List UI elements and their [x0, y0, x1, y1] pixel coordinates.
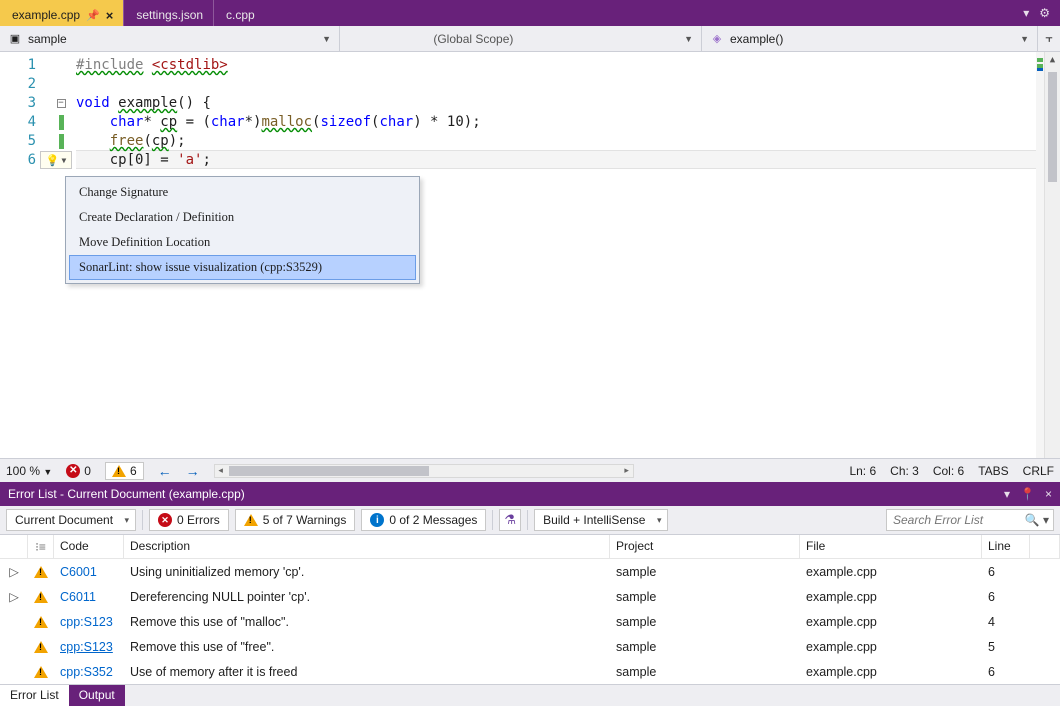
cursor-char[interactable]: Ch: 3 [890, 464, 919, 478]
error-row[interactable]: ▷C6001Using uninitialized memory 'cp'.sa… [0, 559, 1060, 584]
tab-label: c.cpp [226, 8, 255, 22]
chevron-down-icon: ▼ [61, 156, 66, 165]
scroll-up-icon[interactable]: ▲ [1045, 52, 1060, 68]
tab-example-cpp[interactable]: example.cpp 📌 × [0, 0, 123, 26]
error-list-toolbar: Current Document ✕0 Errors 5 of 7 Warnin… [0, 506, 1060, 535]
document-tabs: example.cpp 📌 × settings.json c.cpp ▾ ⚙ [0, 0, 1060, 26]
error-row[interactable]: cpp:S352Use of memory after it is freeds… [0, 659, 1060, 684]
close-icon[interactable]: × [106, 8, 114, 23]
error-list-grid: ⁝≡ Code Description Project File Line ▷C… [0, 535, 1060, 684]
messages-filter[interactable]: i0 of 2 Messages [361, 509, 486, 531]
nav-scope-label: example() [730, 32, 783, 46]
nav-scope-namespace[interactable]: (Global Scope) ▼ [340, 26, 702, 51]
code-link[interactable]: cpp:S352 [60, 665, 113, 679]
tab-label: settings.json [136, 8, 203, 22]
nav-scope-project[interactable]: ▣ sample ▼ [0, 26, 340, 51]
scrollbar-thumb[interactable] [1048, 72, 1057, 182]
overview-ruler[interactable] [1036, 52, 1044, 458]
panel-title: Error List - Current Document (example.c… [8, 487, 245, 501]
lightbulb-icon: 💡 [46, 154, 60, 167]
quickfix-item[interactable]: Move Definition Location [69, 230, 416, 255]
quickfix-item[interactable]: SonarLint: show issue visualization (cpp… [69, 255, 416, 280]
settings-gear-icon[interactable]: ⚙ [1039, 6, 1050, 20]
indent-mode[interactable]: TABS [978, 464, 1008, 478]
horizontal-scrollbar[interactable]: ◂ ▸ [214, 464, 634, 478]
warning-count[interactable]: 6 [105, 462, 144, 480]
split-editor-icon[interactable]: ⫟ [1038, 26, 1060, 51]
error-list-title-bar: Error List - Current Document (example.c… [0, 482, 1060, 506]
project-column-header[interactable]: Project [610, 535, 800, 558]
warning-icon [34, 641, 48, 653]
tab-label: example.cpp [12, 8, 80, 22]
severity-column-header[interactable]: ⁝≡ [28, 535, 54, 558]
cursor-line[interactable]: Ln: 6 [849, 464, 876, 478]
nav-forward-icon[interactable]: → [186, 463, 200, 479]
lightbulb-quickfix[interactable]: 💡 ▼ [40, 151, 72, 169]
error-row[interactable]: cpp:S123Remove this use of "malloc".samp… [0, 609, 1060, 634]
code-link[interactable]: C6001 [60, 565, 97, 579]
tab-c-cpp[interactable]: c.cpp [214, 0, 265, 26]
pin-icon[interactable]: 📌 [86, 9, 100, 22]
nav-back-icon[interactable]: ← [158, 463, 172, 479]
nav-scope-function[interactable]: ◈ example() ▼ [702, 26, 1038, 51]
source-combo[interactable]: Build + IntelliSense [534, 509, 668, 531]
warnings-filter[interactable]: 5 of 7 Warnings [235, 509, 356, 531]
clear-filter-button[interactable]: ⚗ [499, 509, 521, 531]
pin-icon[interactable]: 📍 [1020, 487, 1035, 501]
error-row[interactable]: ▷C6011Dereferencing NULL pointer 'cp'.sa… [0, 584, 1060, 609]
tab-error-list[interactable]: Error List [0, 685, 69, 706]
grid-header[interactable]: ⁝≡ Code Description Project File Line [0, 535, 1060, 559]
line-number-gutter: 123456 [0, 52, 46, 458]
close-icon[interactable]: × [1045, 487, 1052, 501]
line-column-header[interactable]: Line [982, 535, 1030, 558]
tab-output[interactable]: Output [69, 685, 125, 706]
quickfix-item[interactable]: Change Signature [69, 180, 416, 205]
project-icon: ▣ [8, 32, 22, 46]
function-icon: ◈ [710, 32, 724, 46]
warning-icon [34, 566, 48, 578]
scope-combo[interactable]: Current Document [6, 509, 136, 531]
error-count[interactable]: ✕0 [66, 464, 91, 478]
navigation-bar: ▣ sample ▼ (Global Scope) ▼ ◈ example() … [0, 26, 1060, 52]
editor-status-bar: 100 % ▼ ✕0 6 ← → ◂ ▸ Ln: 6 Ch: 3 Col: 6 … [0, 458, 1060, 482]
description-column-header[interactable]: Description [124, 535, 610, 558]
panel-menu-icon[interactable]: ▾ [1004, 487, 1010, 501]
code-link[interactable]: C6011 [60, 590, 96, 604]
code-link[interactable]: cpp:S123 [60, 615, 113, 629]
cursor-col[interactable]: Col: 6 [933, 464, 964, 478]
window-menu-icon[interactable]: ▾ [1023, 6, 1029, 20]
bottom-panel-tabs: Error List Output [0, 684, 1060, 706]
eol-mode[interactable]: CRLF [1023, 464, 1054, 478]
file-column-header[interactable]: File [800, 535, 982, 558]
scroll-left-icon[interactable]: ◂ [215, 465, 227, 476]
scrollbar-thumb[interactable] [229, 466, 429, 476]
code-column-header[interactable]: Code [54, 535, 124, 558]
tab-settings-json[interactable]: settings.json [124, 0, 213, 26]
vertical-scrollbar[interactable]: ▲ [1044, 52, 1060, 458]
error-row[interactable]: cpp:S123Remove this use of "free".sample… [0, 634, 1060, 659]
nav-scope-label: sample [28, 32, 67, 46]
warning-icon [34, 616, 48, 628]
quickfix-item[interactable]: Create Declaration / Definition [69, 205, 416, 230]
search-icon: 🔍 ▾ [1025, 513, 1049, 527]
scroll-right-icon[interactable]: ▸ [621, 465, 633, 476]
search-error-list[interactable]: 🔍 ▾ [886, 509, 1054, 531]
errors-filter[interactable]: ✕0 Errors [149, 509, 229, 531]
zoom-combo[interactable]: 100 % ▼ [6, 464, 52, 478]
nav-scope-label: (Global Scope) [433, 32, 513, 46]
quickfix-menu: Change SignatureCreate Declaration / Def… [65, 176, 420, 284]
warning-icon [34, 591, 48, 603]
code-link[interactable]: cpp:S123 [60, 640, 113, 654]
warning-icon [34, 666, 48, 678]
code-editor[interactable]: 123456 − #include <cstdlib>void example(… [0, 52, 1060, 458]
